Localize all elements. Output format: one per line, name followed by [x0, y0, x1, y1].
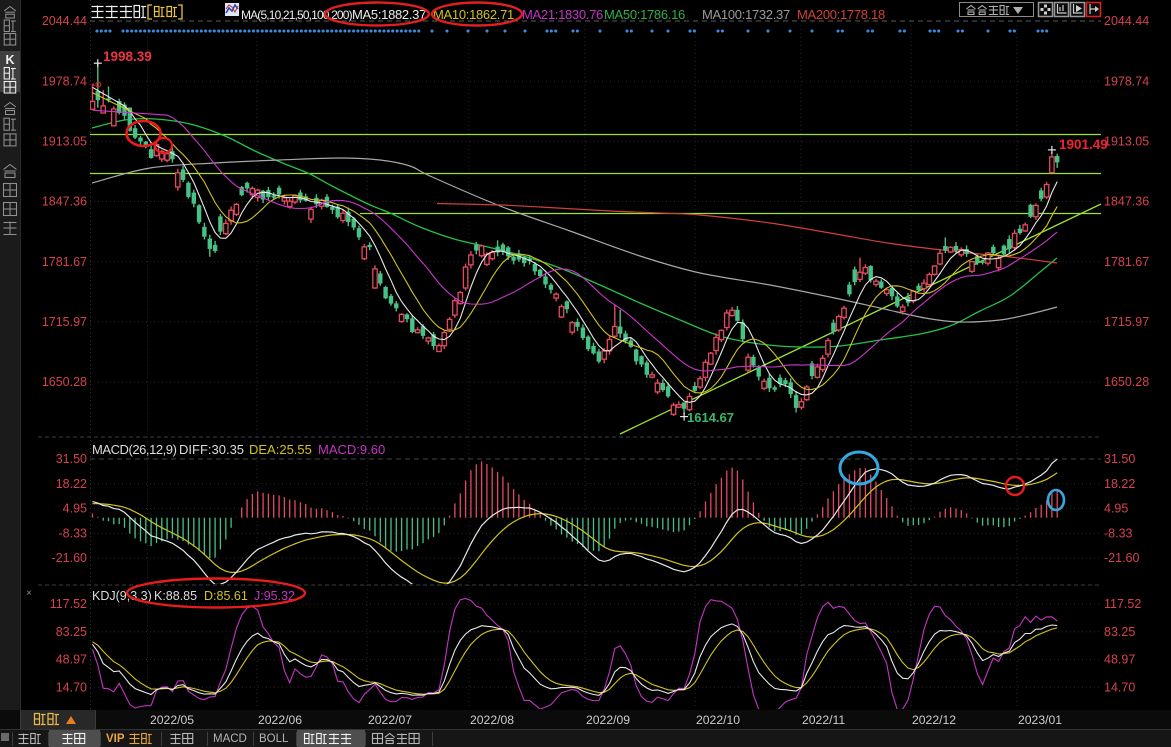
- svg-text:2022/09: 2022/09: [586, 713, 630, 727]
- svg-text:2022/10: 2022/10: [696, 713, 740, 727]
- svg-text:MA10:1862.71: MA10:1862.71: [433, 7, 514, 22]
- svg-text:1901.49: 1901.49: [1059, 137, 1108, 152]
- svg-text:2022/12: 2022/12: [912, 713, 956, 727]
- svg-text:83.25: 83.25: [56, 625, 87, 639]
- svg-text:×: ×: [26, 588, 32, 599]
- svg-text:1847.36: 1847.36: [1104, 195, 1149, 209]
- svg-text:1650.28: 1650.28: [42, 375, 87, 389]
- svg-text:2044.44: 2044.44: [42, 14, 87, 28]
- svg-text:DEA:25.55: DEA:25.55: [249, 442, 312, 457]
- svg-text:14.70: 14.70: [1104, 680, 1135, 694]
- svg-text:31.50: 31.50: [56, 452, 87, 466]
- svg-text:117.52: 117.52: [50, 597, 87, 611]
- svg-text:1781.67: 1781.67: [42, 255, 87, 269]
- svg-text:DIFF:30.35: DIFF:30.35: [179, 442, 244, 457]
- svg-text:MACD:9.60: MACD:9.60: [318, 442, 385, 457]
- svg-text:BOLL: BOLL: [259, 733, 289, 745]
- svg-text:2022/11: 2022/11: [802, 713, 845, 727]
- svg-text:1978.74: 1978.74: [42, 74, 87, 88]
- svg-text:D:85.61: D:85.61: [204, 589, 248, 603]
- svg-text:2044.44: 2044.44: [1104, 14, 1149, 28]
- svg-text:2022/07: 2022/07: [368, 713, 412, 727]
- svg-text:2022/06: 2022/06: [258, 713, 302, 727]
- svg-text:MACD(26,12,9): MACD(26,12,9): [92, 442, 177, 457]
- svg-text:31.50: 31.50: [1104, 452, 1135, 466]
- svg-text:83.25: 83.25: [1104, 625, 1135, 639]
- svg-text:117.52: 117.52: [1104, 597, 1141, 611]
- svg-text:-21.60: -21.60: [1104, 551, 1139, 565]
- svg-text:4.95: 4.95: [1104, 502, 1128, 516]
- svg-text:MACD: MACD: [213, 733, 247, 745]
- svg-text:18.22: 18.22: [1104, 477, 1135, 491]
- svg-text:-8.33: -8.33: [1104, 526, 1133, 540]
- svg-text:1614.67: 1614.67: [687, 410, 734, 425]
- svg-text:K:88.85: K:88.85: [154, 589, 197, 603]
- svg-text:48.97: 48.97: [1104, 653, 1135, 667]
- svg-text:MA50:1786.16: MA50:1786.16: [604, 7, 685, 22]
- svg-text:MA21:1830.76: MA21:1830.76: [522, 7, 603, 22]
- svg-text:1715.97: 1715.97: [1104, 315, 1149, 329]
- svg-text:1978.74: 1978.74: [1104, 74, 1149, 88]
- svg-text:2022/08: 2022/08: [470, 713, 514, 727]
- svg-text:1913.05: 1913.05: [42, 135, 87, 149]
- svg-text:1998.39: 1998.39: [103, 49, 152, 64]
- svg-text:MA200:1778.18: MA200:1778.18: [797, 7, 885, 22]
- svg-text:K: K: [5, 53, 14, 67]
- svg-text:MA100:1732.37: MA100:1732.37: [702, 7, 790, 22]
- svg-text:-21.60: -21.60: [52, 551, 87, 565]
- svg-text:14.70: 14.70: [56, 680, 87, 694]
- svg-text:VIP: VIP: [106, 733, 125, 745]
- svg-text:1847.36: 1847.36: [42, 195, 87, 209]
- svg-text:1781.67: 1781.67: [1104, 255, 1149, 269]
- svg-text:1650.28: 1650.28: [1104, 375, 1149, 389]
- svg-text:-8.33: -8.33: [59, 526, 88, 540]
- svg-text:1913.05: 1913.05: [1104, 135, 1149, 149]
- svg-text:MA5:1882.37: MA5:1882.37: [352, 7, 426, 22]
- svg-text:1715.97: 1715.97: [42, 315, 87, 329]
- svg-text:48.97: 48.97: [56, 653, 87, 667]
- svg-text:18.22: 18.22: [56, 477, 87, 491]
- svg-text:2023/01: 2023/01: [1018, 713, 1062, 727]
- svg-text:4.95: 4.95: [63, 502, 87, 516]
- svg-text:2022/05: 2022/05: [150, 713, 194, 727]
